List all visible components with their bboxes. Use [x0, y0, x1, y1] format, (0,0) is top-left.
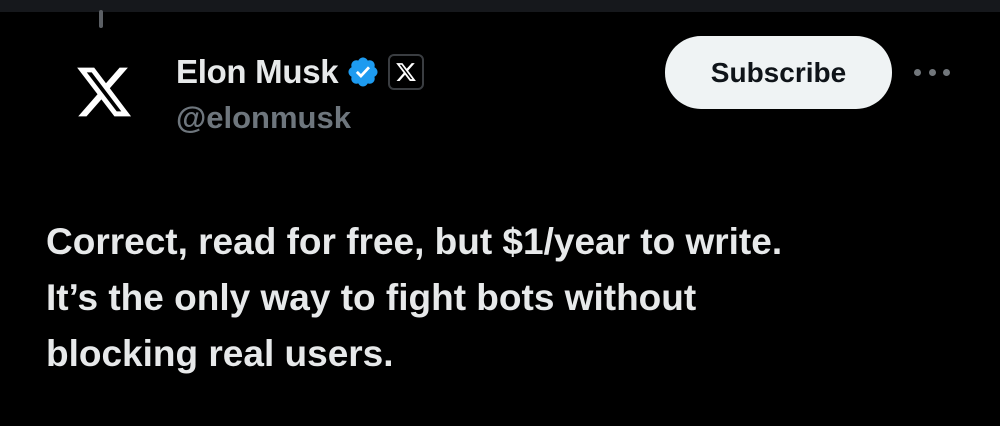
more-horizontal-icon — [943, 68, 950, 76]
author-handle[interactable]: @elonmusk — [176, 100, 351, 136]
top-bar — [0, 0, 1000, 12]
more-horizontal-icon — [928, 68, 936, 76]
verified-badge-icon — [348, 57, 378, 87]
author-name-row: Elon Musk — [176, 50, 425, 94]
x-logo-icon — [396, 63, 417, 81]
x-logo-icon — [77, 67, 132, 117]
more-horizontal-icon — [914, 68, 921, 76]
tweet-text-line: blocking real users. — [46, 333, 394, 374]
tweet-text-line: Correct, read for free, but $1/year to w… — [46, 221, 783, 262]
text-cursor-mark — [99, 10, 103, 28]
subscribe-button[interactable]: Subscribe — [665, 36, 892, 109]
more-options-button[interactable] — [914, 62, 950, 82]
author-display-name[interactable]: Elon Musk — [176, 53, 339, 91]
tweet-text: Correct, read for free, but $1/year to w… — [46, 214, 976, 382]
affiliate-badge[interactable] — [388, 54, 425, 90]
tweet-text-line: It’s the only way to fight bots without — [46, 277, 697, 318]
avatar[interactable] — [58, 46, 150, 138]
